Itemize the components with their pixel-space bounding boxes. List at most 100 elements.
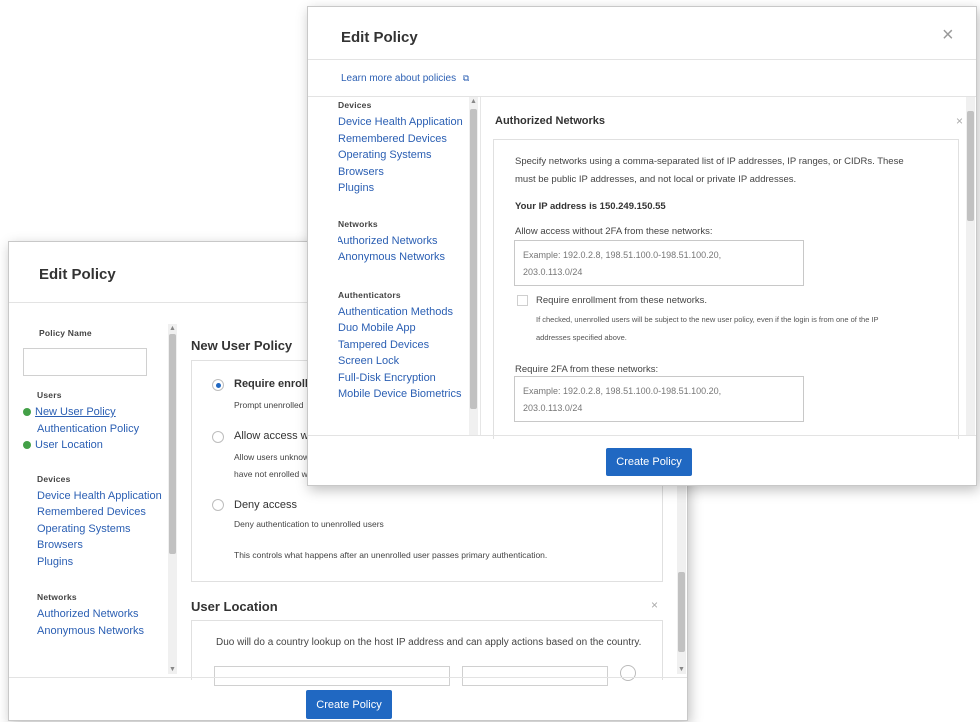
action-select[interactable] — [462, 666, 608, 686]
nav-item-operating-systems[interactable]: Operating Systems — [37, 521, 173, 538]
nav-item-label: Browsers — [37, 539, 83, 551]
nav-item-user-location[interactable]: User Location — [23, 437, 173, 454]
nav-item-label: Tampered Devices — [338, 338, 430, 351]
radio-deny-access[interactable] — [212, 499, 224, 511]
nav-item-full-disk-encryption[interactable]: Full-Disk Encryption — [338, 370, 478, 387]
back-create-policy-button[interactable]: Create Policy — [306, 690, 392, 719]
scroll-up-arrow-icon[interactable]: ▲ — [469, 97, 478, 106]
textarea-placeholder: 203.0.113.0/24 — [523, 267, 583, 277]
nav-group-devices: Devices Device Health Application Rememb… — [23, 474, 173, 571]
nav-item-label: Device Health Application — [37, 489, 162, 502]
front-nav-scrollbar[interactable]: ▲ — [469, 97, 478, 435]
new-user-policy-title: New User Policy — [191, 338, 293, 353]
require-2fa-textarea[interactable]: Example: 192.0.2.8, 198.51.100.0-198.51.… — [514, 376, 804, 422]
intro-line-1: Specify networks using a comma-separated… — [515, 156, 904, 167]
front-dialog-title: Edit Policy — [341, 29, 418, 46]
nav-item-label: Browsers — [338, 165, 384, 178]
nav-item-duo-mobile-app[interactable]: Duo Mobile App — [338, 320, 478, 337]
scroll-thumb[interactable] — [470, 109, 477, 409]
nav-item-remembered-devices[interactable]: Remembered Devices — [338, 131, 478, 148]
enrollment-note-line-1: If checked, unenrolled users will be sub… — [536, 315, 879, 324]
authorized-networks-section: Authorized Networks × Specify networks u… — [480, 97, 970, 439]
textarea-placeholder: Example: 192.0.2.8, 198.51.100.0-198.51.… — [523, 250, 722, 260]
scroll-thumb[interactable] — [169, 334, 176, 554]
nav-item-label: Remembered Devices — [37, 506, 146, 518]
option-deny-access-label: Deny access — [234, 499, 297, 511]
nav-item-anonymous-networks[interactable]: Anonymous Networks — [338, 249, 478, 266]
policy-name-label: Policy Name — [39, 328, 92, 338]
nav-item-label: Authorized Networks — [37, 608, 139, 620]
country-select[interactable] — [214, 666, 450, 686]
user-location-title: User Location — [191, 599, 278, 614]
nav-item-authentication-methods[interactable]: Authentication Methods — [338, 304, 478, 321]
nav-group-users: Users New User Policy Authentication Pol… — [23, 390, 173, 454]
scroll-up-arrow-icon[interactable]: ▲ — [168, 324, 177, 333]
nav-group-authenticators: Authenticators Authentication Methods Du… — [338, 290, 478, 403]
learn-more-label: Learn more about policies — [341, 73, 457, 84]
intro-line-2: must be public IP addresses, and not loc… — [515, 174, 797, 185]
nav-item-device-health[interactable]: Device Health Application — [37, 488, 173, 505]
allow-networks-textarea[interactable]: Example: 192.0.2.8, 198.51.100.0-198.51.… — [514, 240, 804, 286]
learn-more-link[interactable]: Learn more about policies ⧉ — [341, 70, 469, 88]
nav-item-anonymous-networks[interactable]: Anonymous Networks — [37, 623, 173, 640]
front-footer-divider — [308, 435, 976, 436]
require-2fa-label: Require 2FA from these networks: — [515, 364, 659, 375]
nav-item-label: Full-Disk Encryption — [338, 371, 436, 384]
require-enrollment-checkbox[interactable] — [517, 295, 528, 306]
scroll-thumb[interactable] — [967, 111, 974, 221]
nav-item-browsers[interactable]: Browsers — [338, 164, 478, 181]
nav-item-label: Authorized Networks — [338, 234, 438, 247]
scroll-thumb[interactable] — [678, 572, 685, 652]
allow-networks-label: Allow access without 2FA from these netw… — [515, 226, 713, 237]
nav-item-label: User Location — [35, 439, 103, 451]
info-icon[interactable] — [620, 665, 636, 681]
nav-item-plugins[interactable]: Plugins — [338, 180, 478, 197]
nav-item-remembered-devices[interactable]: Remembered Devices — [37, 504, 173, 521]
user-location-close-icon[interactable]: × — [651, 598, 658, 612]
nav-item-label: Plugins — [37, 555, 74, 568]
policy-name-input[interactable] — [23, 348, 147, 376]
back-footer-divider — [9, 677, 687, 678]
nav-item-mobile-device-biometrics[interactable]: Mobile Device Biometrics — [338, 386, 478, 403]
front-policy-nav: Devices Device Health Application Rememb… — [338, 100, 478, 432]
textarea-placeholder: 203.0.113.0/24 — [523, 403, 583, 413]
option-require-enrollment-label: Require enrollm — [234, 378, 318, 390]
back-nav-scrollbar[interactable]: ▲ ▼ — [168, 324, 177, 674]
nav-group-networks: Networks Authorized Networks Anonymous N… — [338, 219, 478, 266]
nav-item-tampered-devices[interactable]: Tampered Devices — [338, 337, 478, 354]
nav-users-header: Users — [37, 390, 62, 400]
front-content-scrollbar[interactable] — [966, 97, 975, 435]
nav-group-networks: Networks Authorized Networks Anonymous N… — [23, 592, 173, 639]
check-circle-icon — [23, 408, 31, 417]
radio-require-enrollment[interactable] — [212, 379, 224, 391]
scroll-down-arrow-icon[interactable]: ▼ — [677, 665, 686, 674]
nav-networks-header: Networks — [37, 592, 77, 602]
nav-item-device-health[interactable]: Device Health Application — [338, 114, 478, 131]
nav-item-label: New User Policy — [35, 406, 116, 418]
close-icon[interactable]: × — [942, 25, 954, 45]
nav-item-authorized-networks[interactable]: Authorized Networks — [37, 606, 173, 623]
authorized-networks-close-icon[interactable]: × — [956, 114, 963, 128]
scroll-down-arrow-icon[interactable]: ▼ — [168, 665, 177, 674]
nav-item-new-user-policy[interactable]: New User Policy — [23, 404, 173, 421]
nav-item-label: Device Health Application — [338, 116, 463, 128]
nav-item-authorized-networks[interactable]: Authorized Networks — [338, 233, 478, 250]
front-edit-policy-dialog: Edit Policy × Learn more about policies … — [307, 6, 977, 486]
nav-item-plugins[interactable]: Plugins — [37, 554, 173, 571]
option-deny-access-desc: Deny authentication to unenrolled users — [234, 519, 384, 529]
front-create-policy-button[interactable]: Create Policy — [606, 448, 692, 476]
nav-devices-header: Devices — [37, 473, 71, 484]
nav-item-screen-lock[interactable]: Screen Lock — [338, 353, 478, 370]
option-require-enrollment-desc: Prompt unenrolled — [234, 400, 304, 410]
enrollment-note-line-2: addresses specified above. — [536, 333, 627, 342]
nav-item-label: Authentication Methods — [338, 305, 453, 318]
option-allow-access-desc-1: Allow users unknow — [234, 452, 310, 462]
nav-item-operating-systems[interactable]: Operating Systems — [338, 147, 478, 164]
nav-networks-header: Networks — [338, 218, 378, 229]
radio-allow-access[interactable] — [212, 431, 224, 443]
nav-authenticators-header: Authenticators — [338, 289, 401, 300]
nav-item-browsers[interactable]: Browsers — [37, 537, 173, 554]
nav-item-authentication-policy[interactable]: Authentication Policy — [37, 421, 173, 438]
nav-item-label: Authentication Policy — [37, 422, 140, 435]
user-location-panel: Duo will do a country lookup on the host… — [191, 620, 663, 686]
